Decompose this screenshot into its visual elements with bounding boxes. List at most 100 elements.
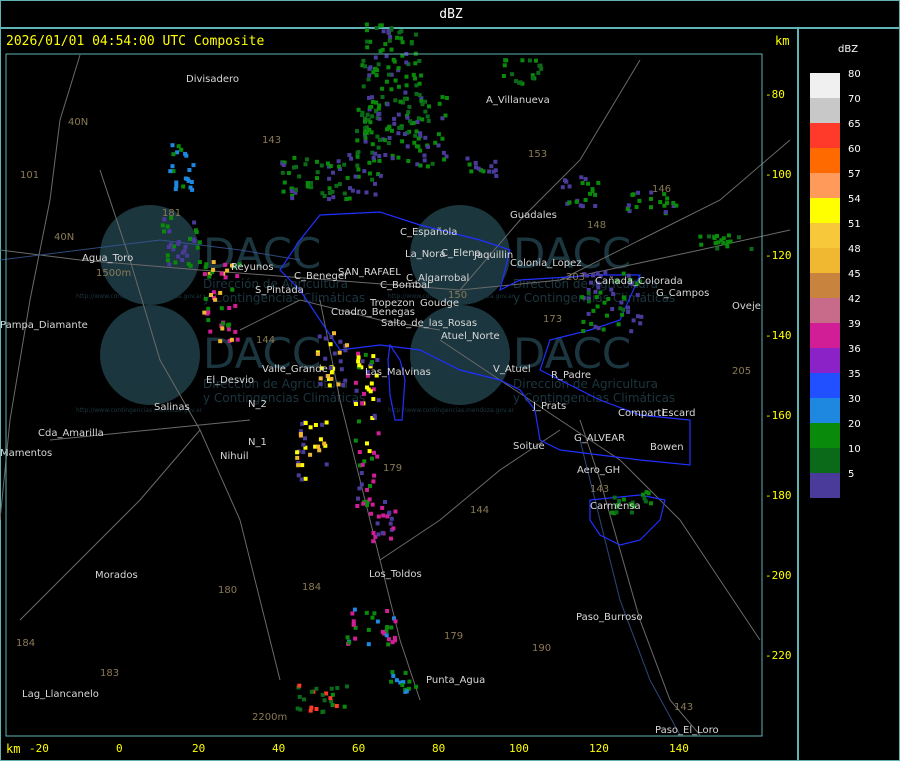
radar-echo-cell [203,296,208,301]
radar-echo-cell [374,26,379,31]
radar-echo-cell [641,492,645,497]
radar-echo-cell [373,55,378,60]
radar-echo-cell [370,502,375,507]
radar-echo-cell [354,402,358,406]
radar-echo-cell [721,241,726,246]
radar-echo-cell [580,295,585,300]
radar-echo-cell [365,28,369,33]
radar-echo-cell [378,138,382,143]
radar-echo-cell [233,329,238,334]
radar-echo-cell [414,144,419,149]
radar-echo-cell [601,327,606,332]
radar-echo-cell [367,449,372,454]
radar-echo-cell [642,496,647,501]
radar-echo-cell [380,505,385,510]
radar-echo-cell [211,267,216,272]
radar-echo-cell [393,78,398,83]
place-label: Oveje [732,301,761,312]
radar-echo-cell [416,116,421,121]
radar-echo-cell [355,154,360,159]
radar-echo-cell [188,236,192,241]
radar-echo-cell [388,521,393,526]
radar-echo-cell [331,170,335,175]
radar-echo-cell [362,169,367,174]
radar-echo-cell [395,35,400,40]
radar-echo-cell [385,102,390,107]
radar-echo-cell [367,160,372,165]
radar-echo-cell [165,253,170,258]
radar-echo-cell [423,109,428,114]
radar-echo-cell [313,423,318,427]
legend-label: 10 [848,444,861,455]
place-label: R_Padre [551,370,591,381]
route-label: 143 [674,702,693,713]
radar-echo-cell [167,262,172,267]
radar-map[interactable]: DACC DACC DACC DACC Dirección de Agricul… [0,0,900,761]
radar-echo-cell [581,329,586,334]
radar-echo-cell [487,169,492,174]
radar-echo-cell [375,619,380,624]
radar-echo-cell [371,155,376,160]
radar-echo-cell [375,134,380,139]
radar-echo-cell [206,310,211,315]
x-tick-label: 140 [669,742,689,755]
radar-echo-cell [183,151,188,156]
radar-echo-cell [327,191,332,195]
radar-echo-cell [221,321,225,326]
radar-echo-cell [297,683,302,688]
radar-echo-cell [207,274,212,279]
legend-swatch [810,398,840,423]
legend-swatch [810,123,840,148]
y-tick-label: -100 [765,168,792,181]
route-label: 184 [302,582,321,593]
radar-echo-cell [370,615,375,620]
radar-echo-cell [206,318,211,323]
radar-echo-cell [442,157,447,162]
radar-echo-cell [583,198,588,202]
radar-echo-cell [383,500,387,504]
radar-echo-cell [390,156,395,161]
radar-echo-cell [303,476,308,481]
radar-echo-cell [385,127,389,132]
radar-echo-cell [474,165,478,170]
radar-echo-cell [336,382,341,387]
x-tick-label: 80 [432,742,445,755]
radar-echo-cell [391,673,396,678]
radar-echo-cell [430,161,435,166]
radar-echo-cell [403,670,408,675]
watermark-url: http://www.contingencias.mendoza.gov.ar [388,407,515,414]
radar-echo-cell [370,142,375,147]
radar-echo-cell [649,501,653,506]
legend-label: 30 [848,394,861,405]
radar-echo-cell [342,162,347,167]
radar-echo-cell [399,36,404,41]
radar-echo-cell [619,300,624,305]
radar-echo-cell [400,40,405,45]
radar-echo-cell [186,262,191,267]
place-label: Jaquillin [473,250,513,261]
radar-echo-cell [322,441,327,446]
radar-echo-cell [388,35,393,39]
radar-echo-cell [176,254,181,259]
radar-echo-cell [300,421,305,426]
radar-echo-cell [389,47,394,52]
radar-echo-cell [296,473,301,478]
radar-echo-cell [391,57,396,62]
radar-echo-cell [305,157,309,162]
radar-echo-cell [392,116,397,121]
radar-echo-cell [365,503,370,508]
radar-echo-cell [192,220,197,225]
radar-echo-cell [537,63,542,68]
radar-echo-cell [363,129,368,134]
radar-echo-cell [649,205,653,210]
radar-echo-cell [393,619,398,624]
radar-echo-cell [699,242,704,247]
radar-echo-cell [188,185,193,190]
radar-echo-cell [357,486,362,491]
radar-echo-cell [716,240,721,245]
radar-echo-cell [168,242,173,247]
radar-echo-cell [355,151,360,156]
place-label: Las_Malvinas [365,367,431,378]
radar-echo-cell [721,236,726,241]
radar-echo-cell [593,324,598,329]
